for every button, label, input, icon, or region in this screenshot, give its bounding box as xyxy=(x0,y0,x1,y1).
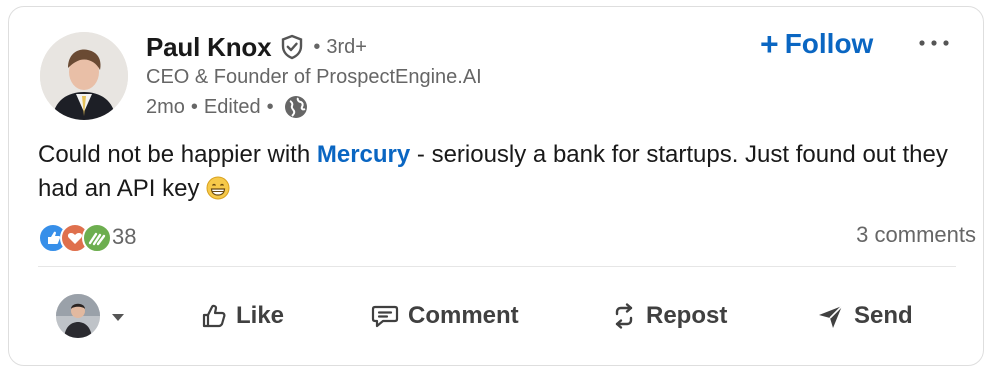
connection-degree: 3rd+ xyxy=(326,35,367,58)
post-body: Could not be happier with Mercury - seri… xyxy=(38,138,958,206)
comment-icon xyxy=(371,305,399,328)
reaction-icons xyxy=(38,223,112,253)
more-icon[interactable] xyxy=(916,28,952,58)
like-label: Like xyxy=(236,302,285,329)
repost-icon xyxy=(615,303,633,329)
user-avatar xyxy=(56,294,100,338)
reaction-identity-picker[interactable] xyxy=(56,288,140,344)
globe-icon xyxy=(284,95,308,119)
author-avatar[interactable] xyxy=(40,32,128,120)
send-icon xyxy=(819,305,843,328)
comments-count-link[interactable]: 3 comments xyxy=(856,222,976,248)
follow-button[interactable]: + Follow xyxy=(760,24,873,64)
author-name[interactable]: Paul Knox xyxy=(146,32,272,63)
reactions-summary[interactable]: 38 xyxy=(38,222,137,253)
edited-label: Edited xyxy=(203,95,261,118)
verified-shield-icon xyxy=(279,34,305,60)
divider xyxy=(38,266,956,267)
grinning-face-emoji xyxy=(206,176,230,200)
mention-link[interactable]: Mercury xyxy=(317,141,410,168)
chevron-down-icon xyxy=(112,314,124,321)
follow-label: Follow xyxy=(784,28,874,59)
reactions-count: 38 xyxy=(112,224,137,249)
post-time: 2mo xyxy=(146,95,185,118)
plus-icon: + xyxy=(760,26,779,62)
author-name-row: Paul Knox • 3rd+ xyxy=(146,30,367,64)
separator-dot: • xyxy=(266,95,274,118)
post-text-before: Could not be happier with xyxy=(38,141,317,168)
author-headline: CEO & Founder of ProspectEngine.AI xyxy=(146,66,482,88)
send-label: Send xyxy=(854,302,913,329)
support-reaction-icon xyxy=(82,223,112,253)
send-button[interactable]: Send xyxy=(816,288,913,344)
action-bar: Like Comment Repost Send xyxy=(0,288,1006,344)
like-button[interactable]: Like xyxy=(200,288,284,344)
comment-button[interactable]: Comment xyxy=(370,288,519,344)
thumbs-up-icon xyxy=(202,304,226,328)
repost-button[interactable]: Repost xyxy=(610,288,727,344)
comment-label: Comment xyxy=(408,302,519,329)
separator-dot: • xyxy=(190,95,198,118)
repost-label: Repost xyxy=(646,302,728,329)
separator-dot: • xyxy=(313,35,321,58)
post-meta: 2mo • Edited • xyxy=(146,94,308,120)
